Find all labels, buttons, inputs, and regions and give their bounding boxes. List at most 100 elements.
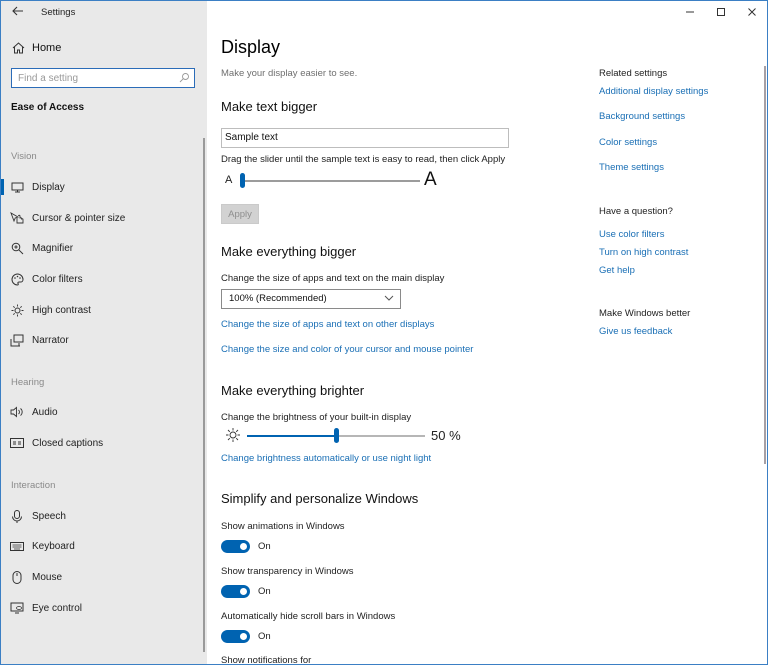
apply-button[interactable]: Apply bbox=[221, 204, 259, 224]
group-label-hearing: Hearing bbox=[11, 377, 45, 388]
sidebar-item-mouse[interactable]: Mouse bbox=[1, 567, 201, 587]
link-color-settings[interactable]: Color settings bbox=[599, 137, 657, 148]
sidebar-item-display[interactable]: Display bbox=[1, 177, 201, 197]
text-size-slider: A A bbox=[225, 169, 445, 193]
link-background-settings[interactable]: Background settings bbox=[599, 111, 685, 122]
brightness-value: 50 % bbox=[431, 428, 461, 443]
search-input[interactable] bbox=[12, 70, 172, 86]
brightness-label: Change the brightness of your built-in d… bbox=[221, 412, 412, 423]
narrator-icon bbox=[10, 333, 24, 347]
eye-control-icon bbox=[10, 601, 24, 615]
toggle-label-scrollbars: Automatically hide scroll bars in Window… bbox=[221, 611, 396, 622]
link-theme-settings[interactable]: Theme settings bbox=[599, 162, 664, 173]
sidebar-item-label: Keyboard bbox=[32, 540, 75, 552]
brightness-slider-thumb[interactable] bbox=[334, 428, 339, 443]
captions-icon bbox=[10, 436, 24, 450]
home-icon bbox=[11, 41, 25, 55]
brightness-sun-icon bbox=[226, 428, 240, 442]
sidebar-item-label: Eye control bbox=[32, 602, 83, 614]
small-a-label: A bbox=[225, 174, 233, 186]
sidebar-scrollbar[interactable] bbox=[203, 138, 205, 652]
make-windows-better-heading: Make Windows better bbox=[599, 308, 691, 319]
section-title: Ease of Access bbox=[11, 102, 85, 113]
app-title: Settings bbox=[41, 7, 76, 18]
sidebar-item-narrator[interactable]: Narrator bbox=[1, 330, 201, 350]
sidebar: Settings Home Ease of Access Vision Disp… bbox=[1, 1, 207, 664]
toggle-knob bbox=[240, 542, 247, 550]
sidebar-item-label: Closed captions bbox=[32, 437, 104, 449]
home-label: Home bbox=[32, 42, 62, 54]
magnifier-icon bbox=[10, 241, 24, 255]
sidebar-item-closed-captions[interactable]: Closed captions bbox=[1, 433, 201, 453]
search-box bbox=[11, 68, 195, 88]
question-heading: Have a question? bbox=[599, 206, 673, 217]
sidebar-item-eye-control[interactable]: Eye control bbox=[1, 598, 201, 618]
main-content: Display Make your display easier to see.… bbox=[207, 1, 767, 665]
group-label-interaction: Interaction bbox=[11, 480, 56, 491]
toggle-label-animations: Show animations in Windows bbox=[221, 521, 345, 532]
arrow-left-icon bbox=[12, 6, 23, 16]
link-night-light[interactable]: Change brightness automatically or use n… bbox=[221, 453, 431, 464]
scale-label: Change the size of apps and text on the … bbox=[221, 273, 445, 284]
sidebar-item-speech[interactable]: Speech bbox=[1, 506, 201, 526]
toggle-row-scrollbars: On bbox=[221, 629, 271, 643]
cursor-hand-icon bbox=[10, 211, 24, 225]
link-cursor-pointer[interactable]: Change the size and color of your cursor… bbox=[221, 344, 473, 355]
text-size-slider-track[interactable] bbox=[242, 180, 420, 182]
sidebar-item-label: Cursor & pointer size bbox=[32, 212, 126, 224]
sidebar-item-high-contrast[interactable]: High contrast bbox=[1, 300, 201, 320]
sidebar-item-label: Audio bbox=[32, 406, 58, 418]
group-label-vision: Vision bbox=[11, 151, 37, 162]
hide-scrollbars-toggle[interactable] bbox=[221, 629, 250, 643]
palette-icon bbox=[10, 272, 24, 286]
heading-make-everything-brighter: Make everything brighter bbox=[221, 383, 365, 398]
link-give-feedback[interactable]: Give us feedback bbox=[599, 326, 672, 337]
main-scrollbar[interactable] bbox=[764, 66, 766, 464]
notifications-label: Show notifications for bbox=[221, 655, 312, 665]
toggle-state: On bbox=[258, 585, 271, 597]
sidebar-item-audio[interactable]: Audio bbox=[1, 402, 201, 422]
toggle-row-transparency: On bbox=[221, 584, 271, 598]
sidebar-item-cursor-pointer-size[interactable]: Cursor & pointer size bbox=[1, 208, 201, 228]
back-button[interactable] bbox=[9, 4, 27, 20]
animations-toggle[interactable] bbox=[221, 539, 250, 553]
transparency-toggle[interactable] bbox=[221, 584, 250, 598]
link-additional-display-settings[interactable]: Additional display settings bbox=[599, 86, 708, 97]
sidebar-item-label: Speech bbox=[32, 510, 66, 522]
scale-dropdown-value: 100% (Recommended) bbox=[229, 293, 327, 304]
sidebar-item-label: Narrator bbox=[32, 334, 69, 346]
sidebar-item-label: Magnifier bbox=[32, 242, 74, 254]
mouse-icon bbox=[10, 570, 24, 584]
brightness-slider-fill[interactable] bbox=[247, 435, 336, 437]
toggle-row-animations: On bbox=[221, 539, 271, 553]
microphone-icon bbox=[10, 509, 24, 523]
title-bar: Settings bbox=[1, 1, 207, 25]
brightness-slider-track[interactable] bbox=[336, 435, 425, 437]
link-turn-on-high-contrast[interactable]: Turn on high contrast bbox=[599, 247, 688, 258]
toggle-knob bbox=[240, 587, 247, 595]
toggle-label-transparency: Show transparency in Windows bbox=[221, 566, 354, 577]
sidebar-item-color-filters[interactable]: Color filters bbox=[1, 269, 201, 289]
text-size-slider-thumb[interactable] bbox=[240, 173, 245, 188]
sidebar-item-home[interactable]: Home bbox=[11, 39, 61, 57]
speaker-icon bbox=[10, 405, 24, 419]
sidebar-item-label: Mouse bbox=[32, 571, 63, 583]
toggle-state: On bbox=[258, 630, 271, 642]
sample-text-box: Sample text bbox=[221, 128, 509, 148]
toggle-knob bbox=[240, 632, 247, 640]
sidebar-item-magnifier[interactable]: Magnifier bbox=[1, 238, 201, 258]
scale-dropdown[interactable]: 100% (Recommended) bbox=[221, 289, 401, 309]
sun-icon bbox=[10, 303, 24, 317]
text-slider-instruction: Drag the slider until the sample text is… bbox=[221, 154, 506, 165]
keyboard-icon bbox=[10, 539, 24, 553]
search-icon[interactable] bbox=[179, 72, 190, 83]
sidebar-item-keyboard[interactable]: Keyboard bbox=[1, 536, 201, 556]
page-title: Display bbox=[221, 37, 281, 57]
link-other-displays[interactable]: Change the size of apps and text on othe… bbox=[221, 319, 434, 330]
heading-make-text-bigger: Make text bigger bbox=[221, 99, 318, 114]
related-settings-heading: Related settings bbox=[599, 68, 668, 79]
link-use-color-filters[interactable]: Use color filters bbox=[599, 229, 664, 240]
sidebar-item-label: Display bbox=[32, 181, 65, 193]
link-get-help[interactable]: Get help bbox=[599, 265, 635, 276]
heading-make-everything-bigger: Make everything bigger bbox=[221, 244, 357, 259]
